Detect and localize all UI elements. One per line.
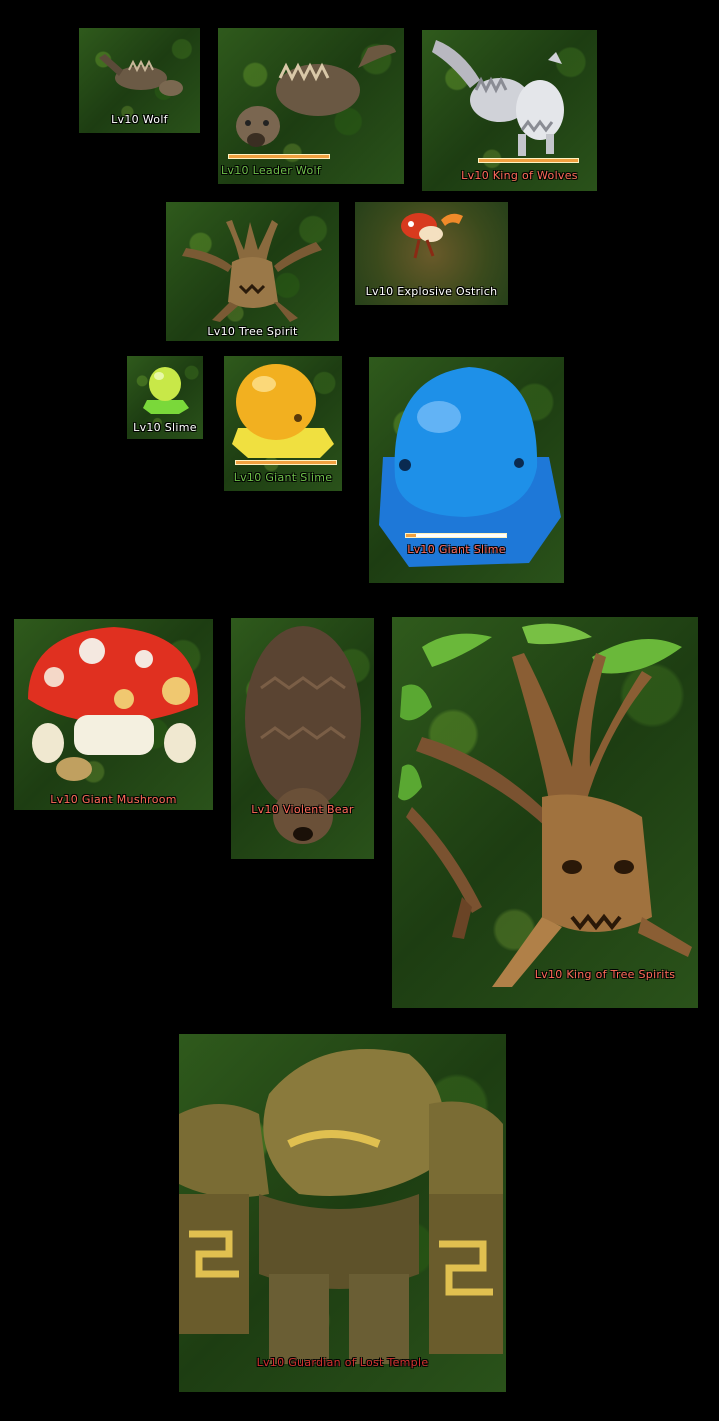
tree-king-icon — [398, 623, 692, 987]
bear-icon — [245, 626, 361, 844]
monster-card-tree-spirit: Lv10 Tree Spirit — [166, 202, 339, 341]
monster-card-king-of-wolves: Lv10 King of Wolves — [422, 30, 597, 191]
monster-card-violent-bear: Lv10 Violent Bear — [231, 618, 374, 859]
mushroom-icon — [28, 627, 199, 781]
monster-card-slime: Lv10 Slime — [127, 356, 203, 439]
monster-label: Lv10 Violent Bear — [251, 803, 354, 816]
monster-label: Lv10 Tree Spirit — [207, 325, 298, 338]
king-wolf-icon — [432, 40, 564, 156]
monster-card-wolf: Lv10 Wolf — [79, 28, 200, 133]
monster-card-explosive-ostrich: Lv10 Explosive Ostrich — [355, 202, 508, 305]
monster-label: Lv10 Giant Slime — [407, 543, 506, 556]
monster-label: Lv10 Wolf — [111, 113, 168, 126]
monster-label: Lv10 Guardian of Lost Temple — [256, 1356, 429, 1369]
monster-label: Lv10 Leader Wolf — [220, 164, 322, 177]
monster-card-giant-slime-blue: Lv10 Giant Slime — [369, 357, 564, 583]
monster-card-king-of-tree-spirits: Lv10 King of Tree Spirits — [392, 617, 698, 1008]
monster-label: Lv10 Slime — [133, 421, 197, 434]
hp-bar — [405, 533, 507, 538]
monster-card-leader-wolf: Lv10 Leader Wolf — [218, 28, 404, 184]
hp-bar — [235, 460, 337, 465]
monster-card-giant-mushroom: Lv10 Giant Mushroom — [14, 619, 213, 810]
leader-wolf-icon — [236, 44, 396, 147]
tree-spirit-icon — [182, 220, 322, 322]
monster-label: Lv10 King of Wolves — [461, 169, 578, 182]
hp-bar — [478, 158, 579, 163]
monster-card-giant-slime-yellow: Lv10 Giant Slime — [224, 356, 342, 491]
hp-bar — [228, 154, 330, 159]
monster-label: Lv10 Explosive Ostrich — [365, 285, 498, 298]
monster-label: Lv10 King of Tree Spirits — [534, 968, 676, 981]
golem-icon — [179, 1049, 503, 1364]
monster-label: Lv10 Giant Slime — [233, 471, 333, 484]
monster-label: Lv10 Giant Mushroom — [50, 793, 177, 806]
monster-card-guardian-of-lost-temple: Lv10 Guardian of Lost Temple — [179, 1034, 506, 1392]
